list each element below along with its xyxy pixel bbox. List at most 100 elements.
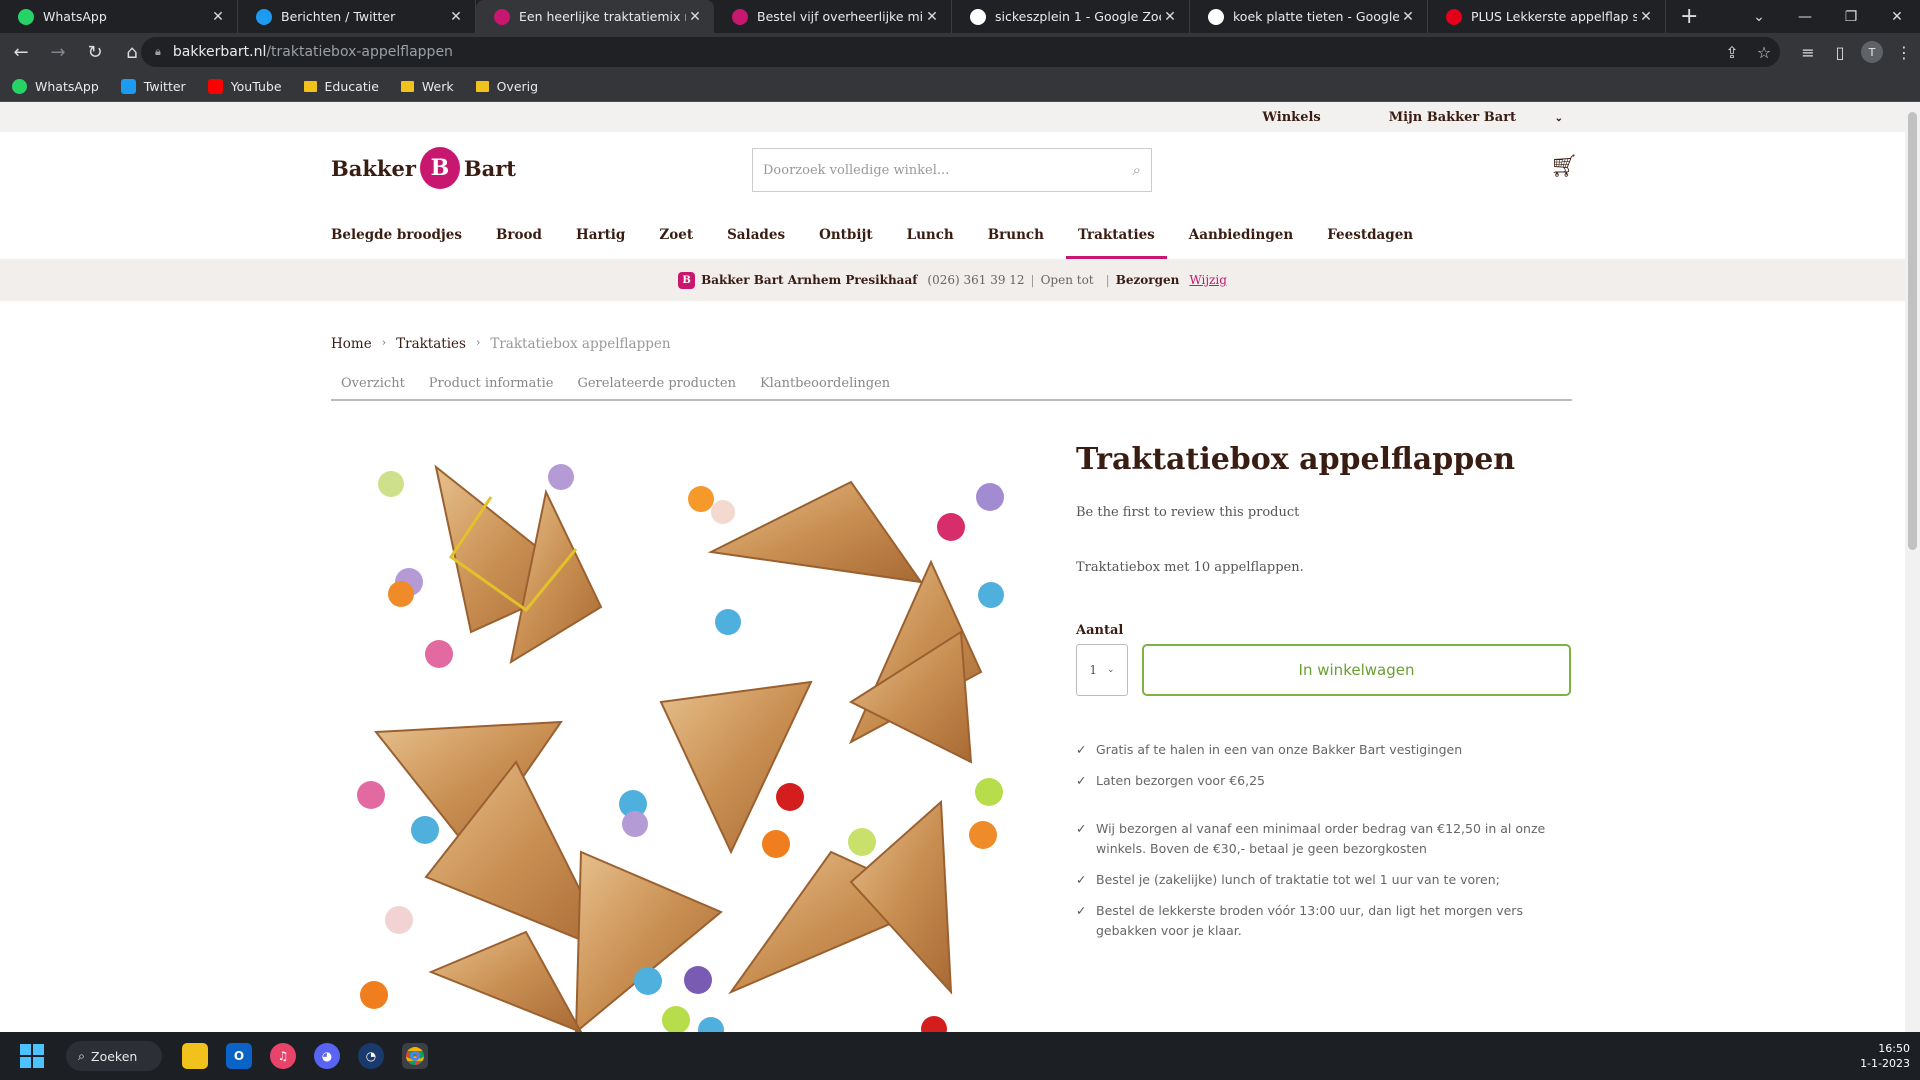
add-to-cart-button[interactable]: In winkelwagen <box>1142 644 1571 696</box>
bookmark-label: Twitter <box>143 78 186 94</box>
reading-list-icon[interactable]: ≡ <box>1792 43 1824 62</box>
bookmark-item[interactable]: WhatsApp <box>12 78 99 94</box>
menu-icon[interactable]: ⋮ <box>1888 43 1920 62</box>
store-name: Bakker Bart Arnhem Presikhaaf <box>701 273 918 287</box>
search-icon: ⌕ <box>78 1048 86 1063</box>
bookmark-item[interactable]: YouTube <box>207 78 282 94</box>
address-bar[interactable]: 🔒︎ bakkerbart.nl/traktatiebox-appelflapp… <box>141 37 1780 67</box>
store-open: Open tot <box>1040 273 1094 287</box>
tab-overview[interactable]: Overzicht <box>341 376 405 391</box>
bookmark-star-icon[interactable]: ☆ <box>1748 43 1780 62</box>
search-icon[interactable]: ⌕ <box>1133 161 1141 179</box>
logo-text-left: Bakker <box>331 155 416 181</box>
bookmark-item[interactable]: Overig <box>475 79 538 94</box>
tab-product-info[interactable]: Product informatie <box>429 376 554 391</box>
browser-tab[interactable]: Een heerlijke traktatiemix met appelflap… <box>476 0 714 33</box>
tab-search-icon[interactable]: ⌄ <box>1736 0 1782 33</box>
close-tab-icon[interactable]: ✕ <box>1399 9 1417 25</box>
nav-item[interactable]: Feestdagen <box>1327 210 1413 259</box>
nav-item[interactable]: Ontbijt <box>819 210 873 259</box>
nav-item[interactable]: Belegde broodjes <box>331 210 462 259</box>
product-image[interactable] <box>331 432 1031 1032</box>
windows-start-icon[interactable] <box>20 1044 44 1068</box>
discord-icon[interactable]: ◕ <box>314 1043 340 1069</box>
cart-icon[interactable]: 🛒︎ <box>1550 154 1578 179</box>
close-tab-icon[interactable]: ✕ <box>686 9 704 25</box>
usp-item: ✓ Laten bezorgen voor €6,25 <box>1076 771 1572 791</box>
nav-item[interactable]: Aanbiedingen <box>1189 210 1293 259</box>
scrollbar-thumb[interactable] <box>1908 112 1917 550</box>
close-tab-icon[interactable]: ✕ <box>1637 9 1655 25</box>
bookmark-item[interactable]: Educatie <box>303 78 379 94</box>
product-description: Traktatiebox met 10 appelflappen. <box>1076 560 1304 575</box>
back-icon[interactable]: ← <box>5 36 37 68</box>
google-icon <box>1208 8 1224 25</box>
clock-time: 16:50 <box>1878 1042 1910 1055</box>
file-explorer-icon[interactable] <box>182 1043 208 1069</box>
logo-text-right: Bart <box>463 155 517 181</box>
browser-tab[interactable]: PLUS Lekkerste appelflap stuk 1✕ <box>1428 0 1666 33</box>
quantity-select[interactable]: 1 ⌄ <box>1076 644 1128 696</box>
minimize-icon[interactable]: — <box>1782 0 1828 33</box>
breadcrumb-home[interactable]: Home <box>331 336 372 352</box>
nav-item[interactable]: Brunch <box>988 210 1044 259</box>
breadcrumb: Home › Traktaties › Traktatiebox appelfl… <box>331 336 671 352</box>
forward-icon[interactable]: → <box>42 36 74 68</box>
bookmark-label: YouTube <box>230 78 282 94</box>
profile-avatar[interactable]: T <box>1861 41 1883 63</box>
browser-tab[interactable]: sickeszplein 1 - Google Zoeken✕ <box>952 0 1190 33</box>
reload-icon[interactable]: ↻ <box>79 36 111 68</box>
bookmark-label: Educatie <box>324 78 379 94</box>
outlook-icon[interactable]: O <box>226 1043 252 1069</box>
nav-item[interactable]: Salades <box>727 210 785 259</box>
page-scrollbar[interactable] <box>1905 102 1920 1032</box>
usp-item: ✓ Gratis af te halen in een van onze Bakk… <box>1076 740 1572 760</box>
browser-tab-strip: WhatsApp ✕ Berichten / Twitter ✕ Een heerlij… <box>0 0 1920 33</box>
restore-icon[interactable]: ❐ <box>1828 0 1874 33</box>
chrome-icon[interactable] <box>402 1043 428 1069</box>
logo[interactable]: Bakker B Bart <box>331 147 516 189</box>
search-box[interactable]: Doorzoek volledige winkel... ⌕ <box>752 148 1152 192</box>
account-link[interactable]: Mijn Bakker Bart ⌄ <box>1355 110 1563 125</box>
browser-tab[interactable]: Bestel vijf overheerlijke mini appelflap… <box>714 0 952 33</box>
close-tab-icon[interactable]: ✕ <box>923 9 941 25</box>
product-info: Traktatiebox appelflappen Be the first t… <box>1076 442 1572 952</box>
bookmark-item[interactable]: Werk <box>400 79 454 94</box>
product-photo <box>357 464 1004 1032</box>
browser-tab[interactable]: WhatsApp ✕ <box>0 0 238 33</box>
clock-app-icon[interactable]: ◔ <box>358 1043 384 1069</box>
close-tab-icon[interactable]: ✕ <box>1161 9 1179 25</box>
breadcrumb-category[interactable]: Traktaties <box>396 336 466 352</box>
tab-reviews[interactable]: Klantbeoordelingen <box>760 376 890 391</box>
itunes-icon[interactable]: ♫ <box>270 1043 296 1069</box>
browser-tab[interactable]: koek platte tieten - Google Zoeken✕ <box>1190 0 1428 33</box>
new-tab-button[interactable]: + <box>1666 0 1712 33</box>
system-clock[interactable]: 16:50 1-1-2023 <box>1860 1041 1910 1071</box>
close-tab-icon[interactable]: ✕ <box>209 9 227 25</box>
review-link[interactable]: Be the first to review this product <box>1076 505 1572 520</box>
bookmark-item[interactable]: Twitter <box>120 78 186 94</box>
nav-item[interactable]: Brood <box>496 210 542 259</box>
taskbar-search[interactable]: ⌕ Zoeken <box>66 1041 162 1071</box>
side-panel-icon[interactable]: ▯ <box>1824 43 1856 62</box>
browser-tab[interactable]: Berichten / Twitter ✕ <box>238 0 476 33</box>
logo-badge-icon: B <box>419 147 460 189</box>
change-store-link[interactable]: Wijzig <box>1189 273 1227 287</box>
twitter-icon <box>120 78 136 94</box>
nav-item[interactable]: Hartig <box>576 210 625 259</box>
usp-item: ✓ Bestel je (zakelijke) lunch of traktati… <box>1076 870 1572 890</box>
close-tab-icon[interactable]: ✕ <box>447 9 465 25</box>
usp-item: ✓ Wij bezorgen al vanaf een minimaal orde… <box>1076 819 1572 859</box>
share-icon[interactable]: ⇪ <box>1716 43 1748 62</box>
nav-item[interactable]: Lunch <box>907 210 954 259</box>
nav-item[interactable]: Zoet <box>659 210 693 259</box>
store-phone: (026) 361 39 12 <box>927 273 1025 287</box>
tab-related[interactable]: Gerelateerde producten <box>577 376 736 391</box>
stores-link[interactable]: Winkels <box>1262 110 1320 125</box>
bookmark-label: WhatsApp <box>35 78 99 94</box>
google-icon <box>970 8 986 25</box>
nav-item[interactable]: Traktaties <box>1065 210 1167 259</box>
close-window-icon[interactable]: ✕ <box>1874 0 1920 33</box>
browser-tab-title: koek platte tieten - Google Zoeken <box>1233 9 1399 24</box>
search-input[interactable]: Doorzoek volledige winkel... <box>763 163 949 178</box>
